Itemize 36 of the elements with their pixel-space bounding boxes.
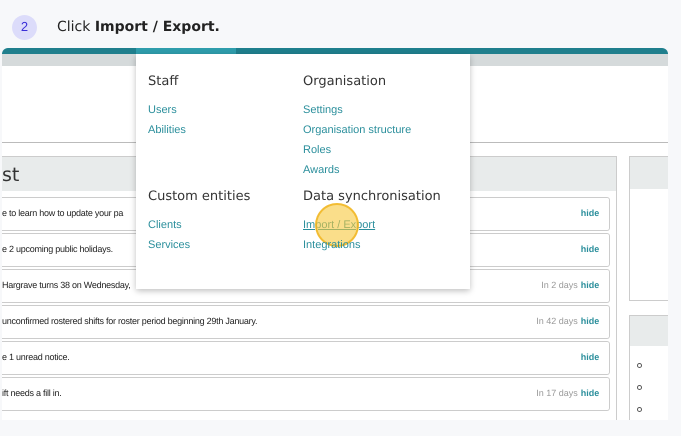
bullet-icon bbox=[637, 407, 642, 412]
menu-link[interactable]: Users bbox=[148, 100, 177, 120]
menu-heading: Custom entities bbox=[148, 188, 252, 206]
menu-heading: Data synchronisation bbox=[303, 188, 442, 206]
menu-link[interactable]: Integrations bbox=[303, 234, 360, 255]
menu-heading: Organisation bbox=[303, 73, 388, 91]
menu-link[interactable]: Abilities bbox=[148, 120, 186, 140]
bullet-icon bbox=[637, 385, 642, 390]
due-date: In 2 days bbox=[541, 279, 578, 292]
notification-text: e to learn how to update your pa bbox=[2, 207, 124, 220]
menu-link[interactable]: Settings bbox=[303, 100, 343, 120]
menu-link[interactable]: Awards bbox=[303, 160, 340, 180]
active-nav-tab[interactable] bbox=[136, 48, 236, 54]
notification-text: ift needs a fill in. bbox=[2, 387, 62, 400]
hide-link[interactable]: hide bbox=[580, 243, 600, 257]
menu-link[interactable]: Clients bbox=[148, 214, 182, 235]
due-date: In 17 days bbox=[536, 387, 578, 400]
menu-heading: Staff bbox=[148, 73, 180, 91]
notification-text: e 2 upcoming public holidays. bbox=[2, 243, 113, 256]
step-instruction: Click Import / Export. bbox=[57, 18, 220, 36]
hide-link[interactable]: hide bbox=[580, 207, 600, 221]
hide-link[interactable]: hide bbox=[580, 279, 600, 293]
notification-text: Hargrave turns 38 on Wednesday, bbox=[2, 279, 130, 292]
panel-header bbox=[630, 157, 668, 189]
due-date: In 42 days bbox=[536, 315, 578, 328]
hide-link[interactable]: hide bbox=[580, 315, 600, 329]
panel-header bbox=[630, 316, 668, 346]
hide-link[interactable]: hide bbox=[580, 351, 600, 365]
bullet-icon bbox=[637, 363, 642, 368]
menu-link[interactable]: Services bbox=[148, 234, 190, 255]
hide-link[interactable]: hide bbox=[580, 387, 600, 401]
step-number: 2 bbox=[12, 14, 37, 40]
menu-link[interactable]: Organisation structure bbox=[303, 120, 412, 140]
notification-text: unconfirmed rostered shifts for roster period beginning 29th January. bbox=[2, 315, 258, 328]
notification-text: e 1 unread notice. bbox=[2, 351, 70, 364]
menu-link[interactable]: Roles bbox=[303, 140, 332, 160]
